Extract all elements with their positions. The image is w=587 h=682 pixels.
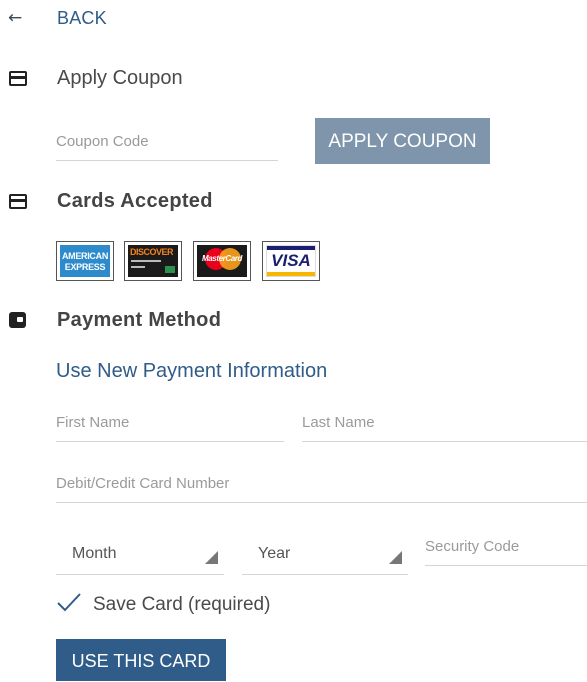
discover-logo: DISCOVER <box>124 241 182 281</box>
coupon-code-input[interactable] <box>56 129 278 161</box>
year-select[interactable]: Year <box>242 545 408 575</box>
amex-logo-text: EXPRESS <box>64 262 106 272</box>
card-number-input[interactable] <box>56 470 587 503</box>
dropdown-triangle-icon <box>205 551 218 564</box>
dropdown-triangle-icon <box>389 551 402 564</box>
last-name-input[interactable] <box>302 409 587 442</box>
mastercard-logo: MasterCard <box>193 241 251 281</box>
amex-logo: AMERICAN EXPRESS <box>56 241 114 281</box>
visa-top-stripe <box>267 246 315 250</box>
checkmark-icon[interactable] <box>56 592 82 612</box>
security-code-input[interactable] <box>425 533 587 566</box>
back-link[interactable]: BACK <box>57 8 107 29</box>
month-select-value: Month <box>72 545 117 562</box>
credit-card-icon <box>9 194 27 209</box>
visa-logo-text: VISA <box>271 251 311 270</box>
save-card-label[interactable]: Save Card (required) <box>93 594 270 616</box>
amex-logo-text: AMERICAN <box>61 251 109 261</box>
discover-card-name-line <box>131 266 145 268</box>
arrow-left-icon[interactable]: ← <box>8 8 22 28</box>
visa-logo: VISA <box>262 241 320 281</box>
mastercard-logo-text: MasterCard <box>201 254 243 263</box>
discover-card-number-line <box>131 260 161 262</box>
cards-accepted-heading: Cards Accepted <box>57 190 213 212</box>
payment-method-heading: Payment Method <box>57 309 222 331</box>
first-name-input[interactable] <box>56 409 284 442</box>
year-select-value: Year <box>258 545 291 562</box>
discover-card-chip <box>165 266 175 273</box>
credit-card-icon <box>9 71 27 86</box>
use-this-card-button[interactable]: USE THIS CARD <box>56 639 226 681</box>
use-new-payment-link[interactable]: Use New Payment Information <box>56 360 327 383</box>
month-select[interactable]: Month <box>56 545 224 575</box>
wallet-icon <box>9 312 26 328</box>
apply-coupon-heading: Apply Coupon <box>57 67 183 89</box>
apply-coupon-button[interactable]: APPLY COUPON <box>315 118 490 164</box>
visa-bottom-stripe <box>267 272 315 276</box>
discover-logo-text: DISCOVER <box>130 247 174 257</box>
